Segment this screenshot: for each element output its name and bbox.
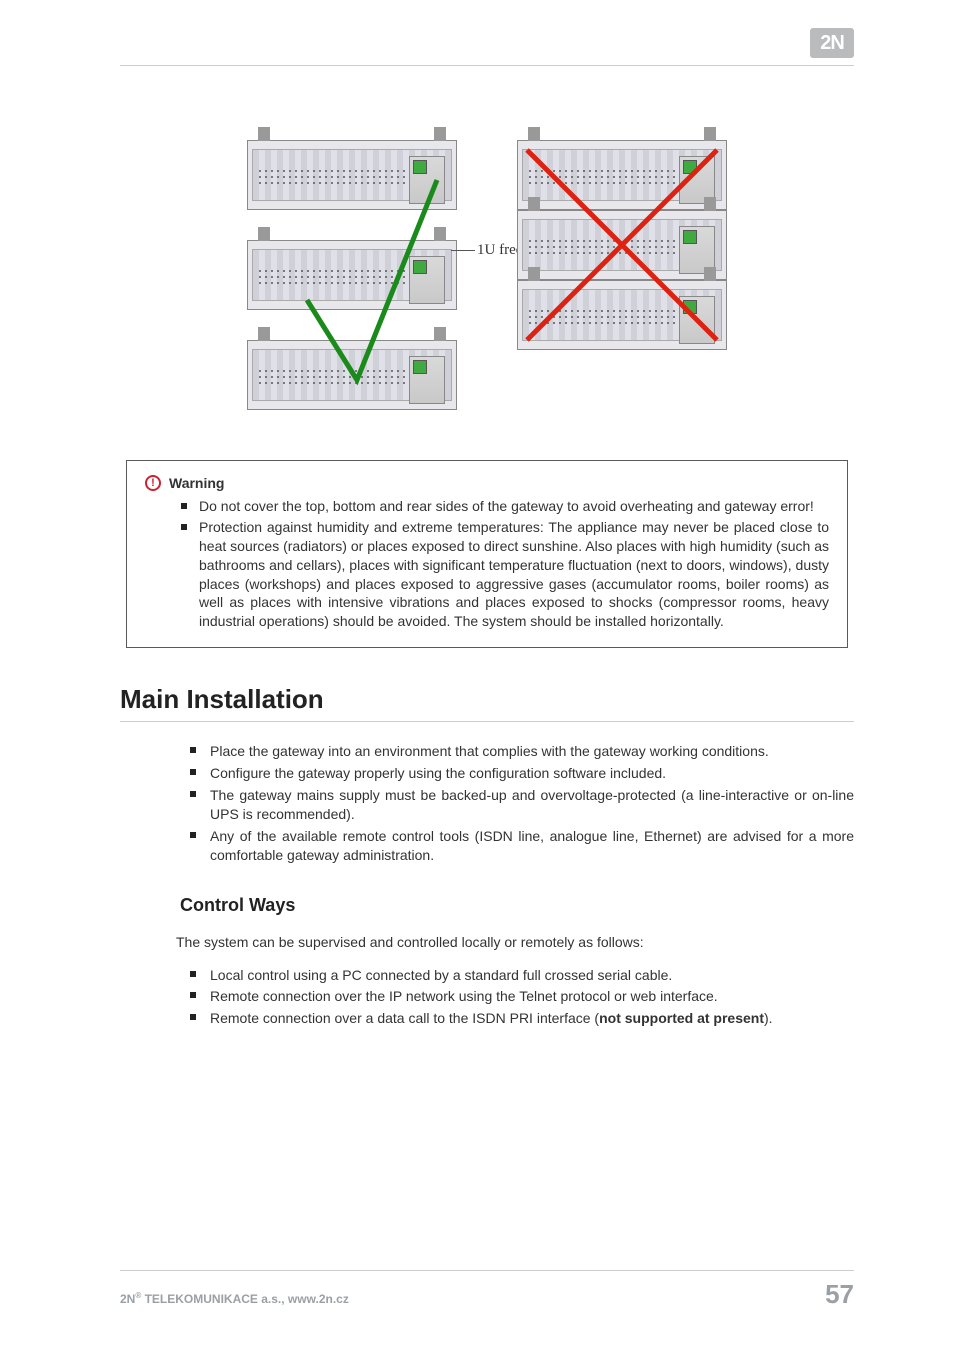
warning-item: Do not cover the top, bottom and rear si… [199,497,829,516]
spacer-leader-line [451,250,475,251]
control-list: Local control using a PC connected by a … [120,966,854,1029]
rack-correct: 1U free space [247,140,457,410]
warning-item: Protection against humidity and extreme … [199,518,829,631]
footer-brand-suffix: TELEKOMUNIKACE a.s., www.2n.cz [141,1292,349,1306]
list-item: Remote connection over a data call to th… [210,1009,854,1028]
warning-title: Warning [169,475,224,491]
heading-control-ways: Control Ways [180,895,854,916]
page-number: 57 [825,1279,854,1310]
list-item: Any of the available remote control tool… [210,827,854,865]
rack-unit [247,340,457,410]
list-item: Configure the gateway properly using the… [210,764,854,783]
list-item: Place the gateway into an environment th… [210,742,854,761]
list-item: Remote connection over the IP network us… [210,987,854,1006]
list-item: Local control using a PC connected by a … [210,966,854,985]
heading-rule [120,721,854,722]
list-item-suffix: ). [764,1010,773,1026]
warning-callout: ! Warning Do not cover the top, bottom a… [126,460,848,648]
list-item-prefix: Remote connection over a data call to th… [210,1010,599,1026]
rack-incorrect [517,140,727,410]
rack-unit [247,140,457,210]
control-intro: The system can be supervised and control… [176,934,854,950]
heading-main-installation: Main Installation [120,684,854,715]
warning-list: Do not cover the top, bottom and rear si… [145,497,829,631]
warning-icon: ! [145,475,161,491]
rack-diagram: 1U free space [120,140,854,410]
footer-brand: 2N® TELEKOMUNIKACE a.s., www.2n.cz [120,1291,349,1306]
brand-logo-text: 2N [820,32,844,55]
footer-brand-prefix: 2N [120,1292,135,1306]
page-content: 1U free space ! Warning Do not cover the… [120,100,854,1031]
rack-unit [517,280,727,350]
brand-logo: 2N [810,28,854,58]
page-footer: 2N® TELEKOMUNIKACE a.s., www.2n.cz 57 [120,1270,854,1310]
page-header: 2N [120,34,854,66]
rack-unit [247,240,457,310]
list-item: The gateway mains supply must be backed-… [210,786,854,824]
list-item-bold: not supported at present [599,1010,764,1026]
rack-unit [517,210,727,280]
rack-unit [517,140,727,210]
main-install-list: Place the gateway into an environment th… [120,742,854,864]
